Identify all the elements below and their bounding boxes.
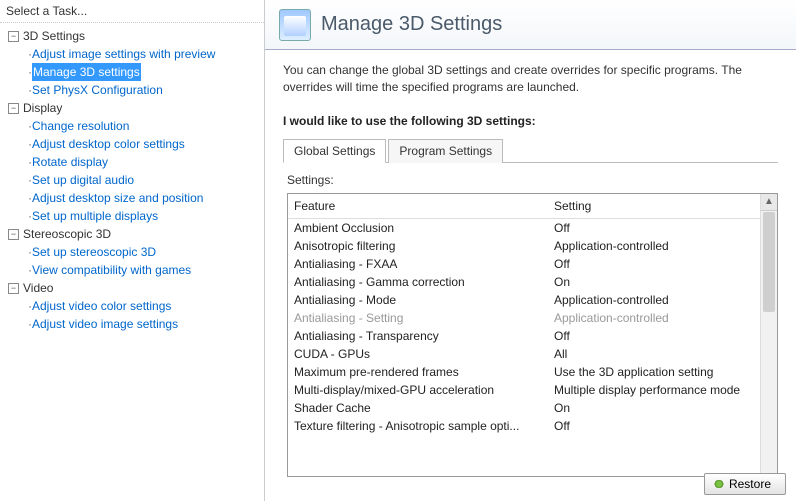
- cell-setting[interactable]: Off: [554, 221, 754, 235]
- cell-setting[interactable]: Off: [554, 329, 754, 343]
- tab-program-settings[interactable]: Program Settings: [388, 139, 503, 163]
- settings-label: Settings:: [265, 163, 796, 191]
- tree-item[interactable]: ·Adjust image settings with preview: [16, 45, 262, 63]
- tree-group: −Stereoscopic 3D: [2, 225, 262, 243]
- tree-expander-icon[interactable]: −: [8, 229, 19, 240]
- sidebar-header: Select a Task...: [0, 0, 264, 23]
- tree-item-label[interactable]: Adjust image settings with preview: [32, 45, 215, 63]
- tree-expander-icon[interactable]: −: [8, 283, 19, 294]
- cell-setting[interactable]: All: [554, 347, 754, 361]
- table-row[interactable]: Antialiasing - ModeApplication-controlle…: [288, 291, 760, 309]
- table-row[interactable]: Antialiasing - TransparencyOff: [288, 327, 760, 345]
- table-row[interactable]: Antialiasing - Gamma correctionOn: [288, 273, 760, 291]
- scroll-up-icon[interactable]: ▲: [761, 194, 777, 211]
- tree-item[interactable]: ·Rotate display: [16, 153, 262, 171]
- cell-setting[interactable]: Application-controlled: [554, 311, 754, 325]
- tree-item-label[interactable]: Change resolution: [32, 117, 129, 135]
- cell-setting[interactable]: Off: [554, 257, 754, 271]
- scroll-thumb[interactable]: [763, 212, 775, 312]
- cell-feature: Ambient Occlusion: [294, 221, 554, 235]
- tree-expander-icon[interactable]: −: [8, 31, 19, 42]
- cell-setting[interactable]: Multiple display performance mode: [554, 383, 754, 397]
- cell-feature: Shader Cache: [294, 401, 554, 415]
- tree-item-label[interactable]: Set up multiple displays: [32, 207, 158, 225]
- sidebar: Select a Task... −3D Settings·Adjust ima…: [0, 0, 265, 501]
- tree-item-label[interactable]: Set PhysX Configuration: [32, 81, 163, 99]
- cell-feature: Antialiasing - Setting: [294, 311, 554, 325]
- restore-button[interactable]: Restore: [704, 473, 786, 495]
- cell-feature: Maximum pre-rendered frames: [294, 365, 554, 379]
- tree-expander-icon[interactable]: −: [8, 103, 19, 114]
- tree-group: −Video: [2, 279, 262, 297]
- cell-feature: Multi-display/mixed-GPU acceleration: [294, 383, 554, 397]
- tree-group-label: 3D Settings: [23, 27, 85, 45]
- tree-item[interactable]: ·Change resolution: [16, 117, 262, 135]
- tree-item[interactable]: ·Set up digital audio: [16, 171, 262, 189]
- task-tree: −3D Settings·Adjust image settings with …: [0, 23, 264, 337]
- col-header-feature[interactable]: Feature: [294, 199, 554, 213]
- table-row[interactable]: CUDA - GPUsAll: [288, 345, 760, 363]
- tree-item[interactable]: ·Adjust video color settings: [16, 297, 262, 315]
- tab-global-settings[interactable]: Global Settings: [283, 139, 386, 163]
- tree-item[interactable]: ·Manage 3D settings: [16, 63, 262, 81]
- main-panel: Manage 3D Settings You can change the gl…: [265, 0, 796, 501]
- cell-setting[interactable]: Off: [554, 419, 754, 433]
- table-row[interactable]: Maximum pre-rendered framesUse the 3D ap…: [288, 363, 760, 381]
- tree-item[interactable]: ·Set up stereoscopic 3D: [16, 243, 262, 261]
- settings-table: FeatureSettingAmbient OcclusionOffAnisot…: [287, 193, 778, 477]
- table-row[interactable]: Antialiasing - FXAAOff: [288, 255, 760, 273]
- tree-item-label[interactable]: Adjust desktop color settings: [32, 135, 185, 153]
- tree-group-label: Display: [23, 99, 62, 117]
- tree-item-label[interactable]: View compatibility with games: [32, 261, 191, 279]
- cell-feature: Antialiasing - Mode: [294, 293, 554, 307]
- tree-item-label[interactable]: Set up digital audio: [32, 171, 134, 189]
- table-row[interactable]: Shader CacheOn: [288, 399, 760, 417]
- table-header-row: FeatureSetting: [288, 194, 760, 219]
- tree-item[interactable]: ·View compatibility with games: [16, 261, 262, 279]
- tree-group-label: Video: [23, 279, 53, 297]
- tree-item[interactable]: ·Adjust desktop size and position: [16, 189, 262, 207]
- scrollbar[interactable]: ▲: [760, 194, 777, 476]
- settings-3d-icon: [279, 9, 311, 41]
- cell-feature: Texture filtering - Anisotropic sample o…: [294, 419, 554, 433]
- tree-item-label[interactable]: Manage 3D settings: [32, 63, 141, 81]
- tree-group-label: Stereoscopic 3D: [23, 225, 111, 243]
- tree-item-label[interactable]: Adjust video image settings: [32, 315, 178, 333]
- cell-feature: Antialiasing - Gamma correction: [294, 275, 554, 289]
- tree-group: −3D Settings: [2, 27, 262, 45]
- table-row[interactable]: Ambient OcclusionOff: [288, 219, 760, 237]
- table-row[interactable]: Anisotropic filteringApplication-control…: [288, 237, 760, 255]
- tree-group: −Display: [2, 99, 262, 117]
- col-header-setting[interactable]: Setting: [554, 199, 754, 213]
- nvidia-logo-icon: [713, 480, 725, 488]
- cell-feature: CUDA - GPUs: [294, 347, 554, 361]
- tree-item[interactable]: ·Set PhysX Configuration: [16, 81, 262, 99]
- cell-setting[interactable]: On: [554, 401, 754, 415]
- cell-setting[interactable]: Use the 3D application setting: [554, 365, 754, 379]
- table-row[interactable]: Antialiasing - SettingApplication-contro…: [288, 309, 760, 327]
- cell-feature: Anisotropic filtering: [294, 239, 554, 253]
- tree-item-label[interactable]: Rotate display: [32, 153, 108, 171]
- cell-setting[interactable]: Application-controlled: [554, 239, 754, 253]
- tree-item[interactable]: ·Set up multiple displays: [16, 207, 262, 225]
- cell-feature: Antialiasing - Transparency: [294, 329, 554, 343]
- tree-item-label[interactable]: Adjust desktop size and position: [32, 189, 203, 207]
- tree-item-label[interactable]: Set up stereoscopic 3D: [32, 243, 156, 261]
- intro-text: You can change the global 3D settings an…: [265, 50, 796, 100]
- tree-item[interactable]: ·Adjust video image settings: [16, 315, 262, 333]
- tree-item-label[interactable]: Adjust video color settings: [32, 297, 171, 315]
- restore-button-label: Restore: [729, 477, 771, 491]
- cell-feature: Antialiasing - FXAA: [294, 257, 554, 271]
- table-row[interactable]: Multi-display/mixed-GPU accelerationMult…: [288, 381, 760, 399]
- subtitle: I would like to use the following 3D set…: [265, 100, 796, 138]
- main-header: Manage 3D Settings: [265, 0, 796, 50]
- cell-setting[interactable]: Application-controlled: [554, 293, 754, 307]
- tree-item[interactable]: ·Adjust desktop color settings: [16, 135, 262, 153]
- table-row[interactable]: Texture filtering - Anisotropic sample o…: [288, 417, 760, 435]
- page-title: Manage 3D Settings: [321, 13, 502, 36]
- tab-strip: Global Settings Program Settings: [283, 138, 778, 163]
- cell-setting[interactable]: On: [554, 275, 754, 289]
